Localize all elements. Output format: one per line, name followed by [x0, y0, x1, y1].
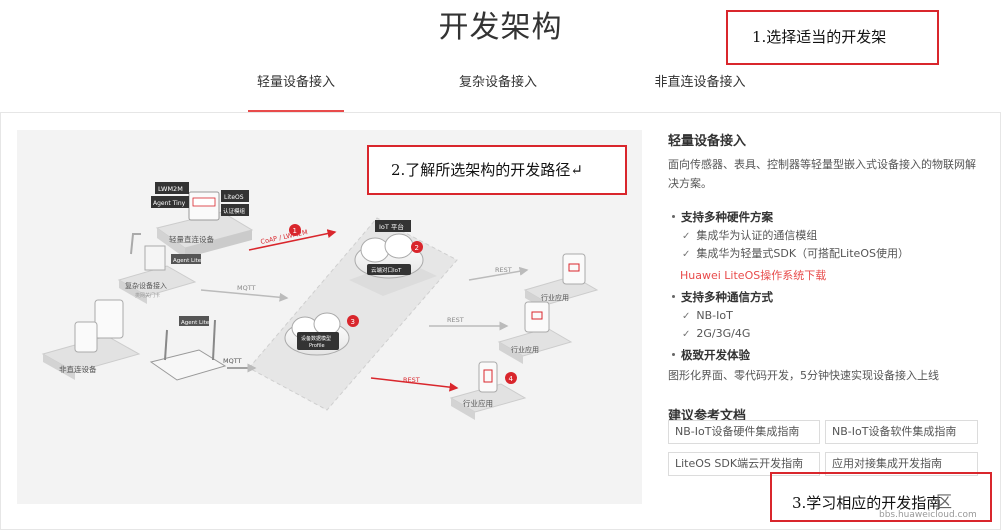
watermark-logo: 区	[936, 492, 953, 511]
feature-heading: 支持多种硬件方案	[668, 209, 983, 225]
feature-item: ✓ 集成华为轻量式SDK（可搭配LiteOS使用）	[682, 247, 909, 260]
callout-step-1: 1.选择适当的开发架	[726, 10, 939, 65]
feature-comm: 支持多种通信方式 ✓ NB-IoT ✓ 2G/3G/4G	[668, 289, 983, 343]
platform-cloud-label: 云端对口IoT	[371, 266, 402, 274]
gateway-router: Agent Lite	[149, 316, 227, 381]
platform-region	[248, 217, 458, 411]
sidebar: 轻量设备接入 面向传感器、表具、控制器等轻量型嵌入式设备接入的物联网解决方案。 …	[668, 130, 983, 424]
step-number: 1	[293, 227, 297, 235]
indirect-device-group: 非直连设备	[41, 299, 141, 380]
doc-button-nbiot-sw[interactable]: NB-IoT设备软件集成指南	[825, 420, 978, 444]
agent-lite-tag: Agent Lite	[181, 320, 210, 326]
check-icon: ✓	[682, 231, 691, 242]
feature-item: ✓ 2G/3G/4G	[682, 327, 751, 340]
feature-heading: 支持多种通信方式	[668, 289, 983, 305]
industry-app-label: 行业应用	[541, 293, 569, 302]
tab-label: 轻量设备接入	[256, 75, 335, 90]
feature-item: ✓ 集成华为认证的通信模组	[682, 229, 818, 242]
rest-label: REST	[447, 316, 464, 324]
rest-label: REST	[403, 376, 420, 384]
mqtt-label: MQTT	[237, 284, 256, 292]
liteos-tag: LiteOS	[224, 194, 244, 201]
callout-step-2: 2.了解所选架构的开发路径↵	[367, 145, 627, 195]
indirect-device-label: 非直连设备	[59, 364, 97, 374]
step-number: 2	[415, 244, 419, 252]
lwm2m-tag: LWM2M	[158, 185, 183, 193]
feature-experience: 极致开发体验 图形化界面、零代码开发，5分钟快速实现设备接入上线	[668, 347, 983, 383]
lightweight-device-label: 轻量直连设备	[169, 234, 214, 244]
liteos-download-link[interactable]: Huawei LiteOS操作系统下载	[668, 267, 983, 283]
tab-complex-device[interactable]: 复杂设备接入	[440, 72, 556, 112]
tab-bar: 轻量设备接入 复杂设备接入 非直连设备接入	[0, 72, 1001, 112]
industry-app-2: 行业应用	[497, 301, 573, 364]
rest-label: REST	[495, 266, 512, 274]
tab-indirect-device[interactable]: 非直连设备接入	[640, 72, 760, 112]
profile-label: 设备数据模型	[301, 335, 331, 342]
industry-app-label: 行业应用	[511, 345, 539, 354]
doc-button-nbiot-hw[interactable]: NB-IoT设备硬件集成指南	[668, 420, 820, 444]
feature-hardware: 支持多种硬件方案 ✓ 集成华为认证的通信模组 ✓ 集成华为轻量式SDK（可搭配Lit…	[668, 209, 983, 283]
tab-label: 非直连设备接入	[654, 75, 746, 90]
agent-lite-tag: Agent Lite	[173, 258, 202, 264]
check-icon: ✓	[682, 329, 691, 340]
mqtt-label: MQTT	[223, 357, 242, 365]
sidebar-description: 面向传感器、表具、控制器等轻量型嵌入式设备接入的物联网解决方案。	[668, 158, 976, 190]
complex-device-sublabel: 类网关门卡	[135, 292, 160, 299]
complex-device-label: 复杂设备接入	[125, 281, 167, 290]
check-icon: ✓	[682, 311, 691, 322]
tab-lightweight-device[interactable]: 轻量设备接入	[248, 72, 344, 112]
sidebar-title: 轻量设备接入	[668, 134, 747, 149]
profile-label: Profile	[309, 343, 325, 349]
step-number: 4	[509, 375, 514, 383]
tab-label: 复杂设备接入	[458, 75, 537, 90]
cert-module-tag: 认证模组	[223, 207, 246, 215]
feature-item: ✓ NB-IoT	[682, 309, 733, 322]
industry-app-3: 4 行业应用	[449, 361, 527, 420]
check-icon: ✓	[682, 249, 691, 260]
feature-heading: 极致开发体验	[668, 347, 983, 363]
watermark-text: bbs.huaweicloud.com	[879, 510, 977, 520]
agent-tiny-tag: Agent Tiny	[153, 200, 186, 207]
feature-text: 图形化界面、零代码开发，5分钟快速实现设备接入上线	[668, 369, 939, 382]
iot-platform-label: IoT 平台	[379, 222, 404, 231]
lightweight-device-group: LWM2M Agent Tiny LiteOS 认证模组 轻量直连设备	[151, 182, 254, 258]
industry-app-label: 行业应用	[463, 398, 493, 408]
step-number: 3	[351, 318, 355, 326]
